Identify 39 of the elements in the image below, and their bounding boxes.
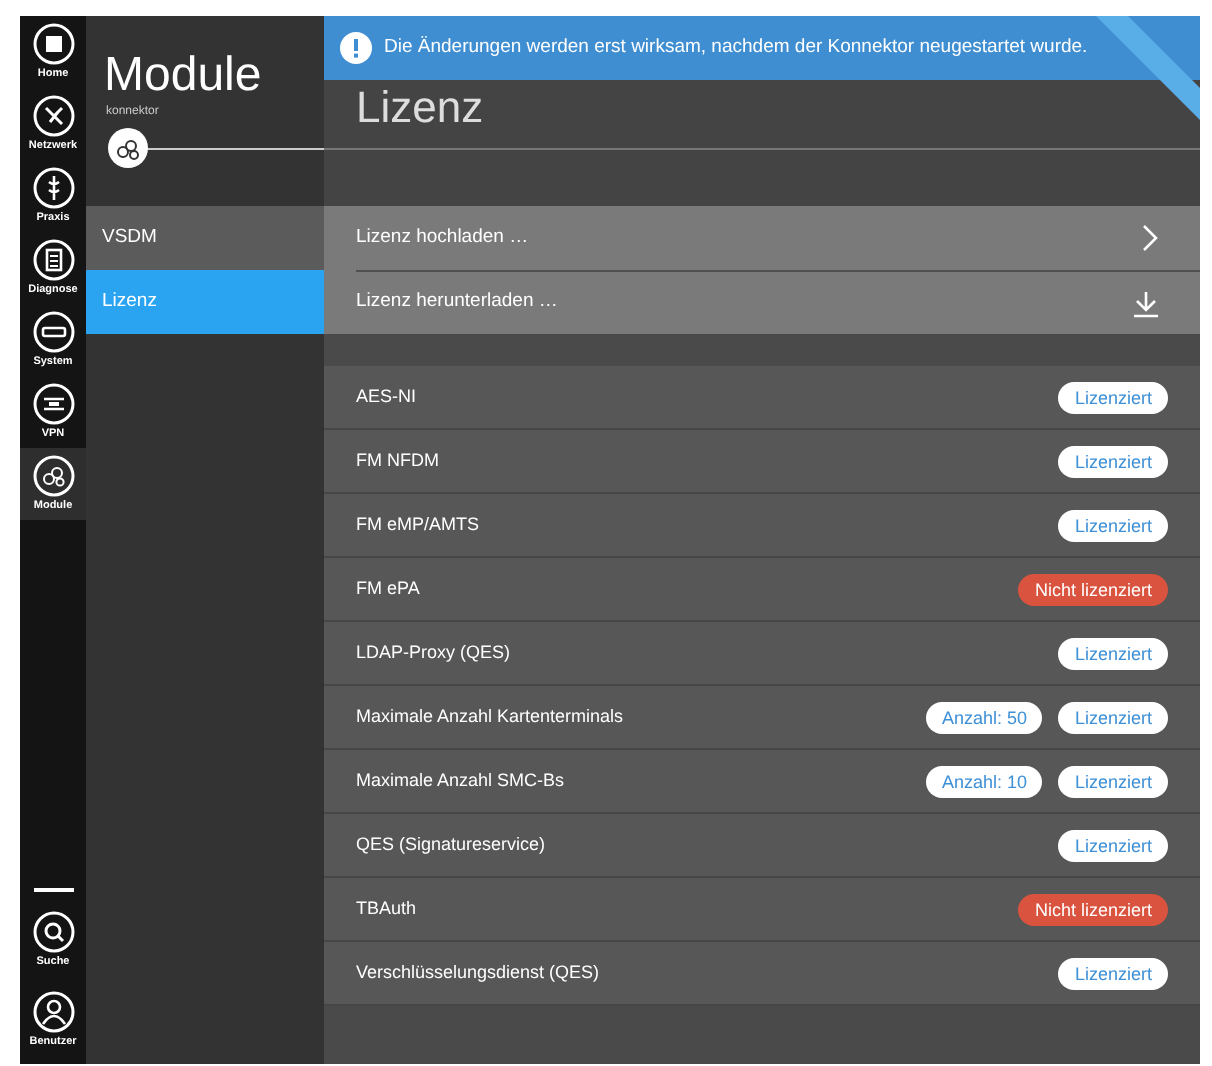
search-icon: [31, 910, 75, 954]
status-badge: Lizenziert: [1058, 445, 1168, 477]
license-name: FM eMP/AMTS: [356, 511, 482, 538]
license-name: TBAuth: [356, 895, 419, 922]
chevron-right-icon: [1140, 224, 1160, 252]
license-name: AES-NI: [356, 383, 419, 410]
status-badge: Lizenziert: [1058, 381, 1168, 413]
license-name: FM NFDM: [356, 447, 441, 474]
vpn-icon: [31, 382, 75, 426]
status-badge: Lizenziert: [1058, 829, 1168, 861]
clipboard-icon: [31, 238, 75, 282]
status-badge: Lizenziert: [1058, 765, 1168, 797]
status-badge: Lizenziert: [1058, 509, 1168, 541]
status-badge: Nicht lizenziert: [1018, 893, 1168, 925]
license-name: LDAP-Proxy (QES): [356, 639, 513, 666]
action-row[interactable]: Lizenz hochladen …: [356, 206, 1200, 270]
status-badge: Nicht lizenziert: [1018, 573, 1168, 605]
panel-title: Module: [102, 46, 264, 104]
device-icon: [31, 310, 75, 354]
alert-icon: [340, 32, 372, 64]
user-icon: [31, 990, 75, 1034]
count-badge: Anzahl: 50: [925, 701, 1043, 733]
license-name: Verschlüsselungsdienst (QES): [356, 959, 602, 986]
count-badge: Anzahl: 10: [925, 765, 1043, 797]
page-title: Lizenz: [356, 82, 484, 134]
modules-icon: [108, 128, 148, 168]
modules-icon: [31, 454, 75, 498]
license-name: Maximale Anzahl Kartenterminals: [356, 703, 626, 730]
staff-icon: [31, 166, 75, 210]
action-row[interactable]: Lizenz herunterladen …: [356, 270, 1200, 334]
license-name: Maximale Anzahl SMC-Bs: [356, 767, 567, 794]
status-badge: Lizenziert: [1058, 701, 1168, 733]
license-name: FM ePA: [356, 575, 422, 602]
menu-item[interactable]: VSDM: [86, 206, 324, 270]
download-icon: [1132, 289, 1160, 317]
status-badge: Lizenziert: [1058, 957, 1168, 989]
license-name: QES (Signatureservice): [356, 831, 548, 858]
status-badge: Lizenziert: [1058, 637, 1168, 669]
notification-text: Die Änderungen werden erst wirksam, nachdem der Konnektor neugestartet wurde.: [384, 33, 1088, 62]
